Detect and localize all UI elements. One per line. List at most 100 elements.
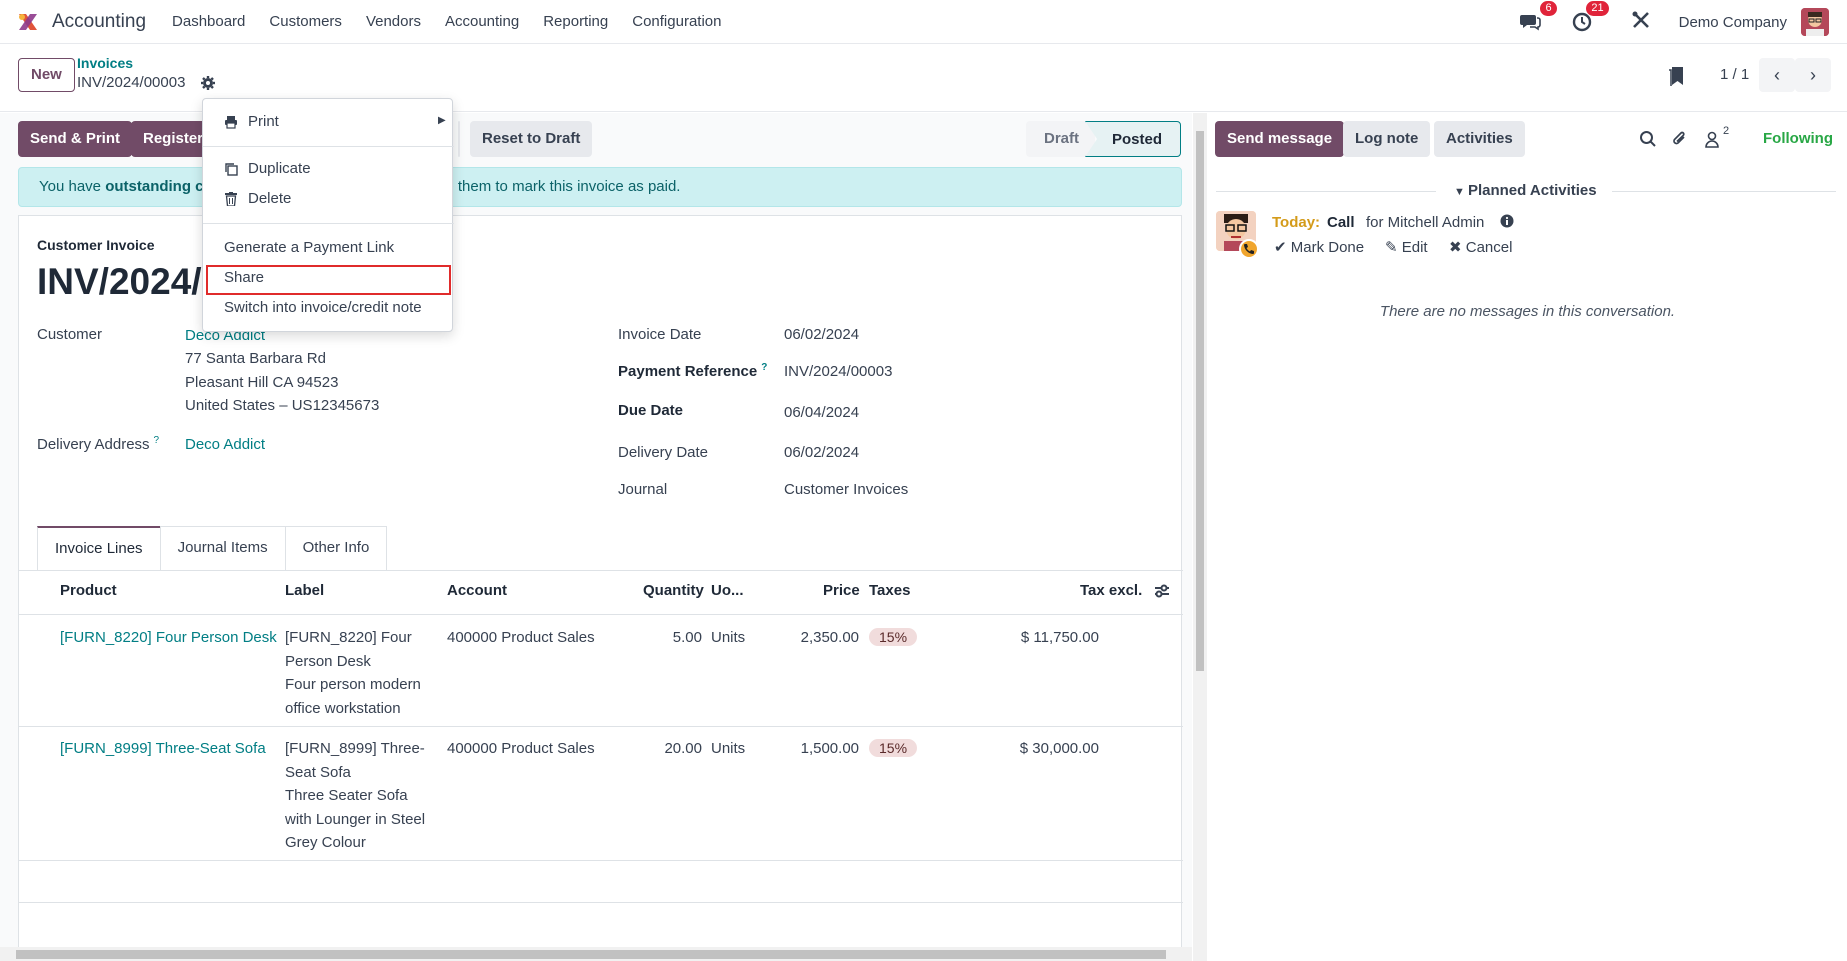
row1-tax-badge[interactable]: 15% — [869, 628, 918, 646]
row2-label[interactable]: [FURN_8999] Three- Seat Sofa Three Seate… — [285, 737, 445, 855]
user-avatar[interactable] — [1801, 8, 1829, 36]
menu-reporting[interactable]: Reporting — [531, 0, 620, 44]
journal-label: Journal — [618, 481, 668, 498]
mark-done-button[interactable]: ✔ Mark Done — [1274, 238, 1364, 256]
col-label[interactable]: Label — [285, 582, 324, 599]
row1-price[interactable]: 2,350.00 — [759, 626, 859, 650]
row2-tax-badge[interactable]: 15% — [869, 739, 918, 757]
menu-vendors[interactable]: Vendors — [354, 0, 433, 44]
company-switcher[interactable]: Demo Company — [1679, 14, 1787, 31]
reset-to-draft-button[interactable]: Reset to Draft — [470, 121, 593, 157]
dropdown-delete[interactable]: Delete — [248, 190, 291, 207]
accounting-app-icon[interactable] — [16, 10, 40, 34]
dropdown-separator — [203, 146, 454, 147]
row2-product[interactable]: [FURN_8999] Three-Seat Sofa — [60, 737, 266, 761]
row1-product[interactable]: [FURN_8220] Four Person Desk — [60, 626, 277, 650]
header-divider — [19, 614, 1183, 615]
planned-activities-toggle[interactable]: ▼ Planned Activities — [1454, 182, 1597, 199]
address-line2: Pleasant Hill CA 94523 — [185, 374, 339, 391]
dropdown-payment-link[interactable]: Generate a Payment Link — [224, 239, 394, 256]
tab-journal-items[interactable]: Journal Items — [159, 526, 286, 570]
dropdown-print[interactable]: Print — [248, 113, 279, 130]
gear-icon[interactable] — [200, 75, 216, 91]
row1-account[interactable]: 400000 Product Sales — [447, 626, 595, 650]
scrollbar-thumb[interactable] — [1196, 131, 1204, 671]
attachment-paperclip-icon[interactable] — [1671, 130, 1689, 152]
due-date-label: Due Date — [618, 402, 684, 419]
delivery-address-label-text: Delivery Address — [37, 436, 150, 453]
menu-dashboard[interactable]: Dashboard — [160, 0, 257, 44]
pager-next-button[interactable]: › — [1795, 58, 1831, 92]
dropdown-switch-type[interactable]: Switch into invoice/credit note — [224, 299, 422, 316]
menu-accounting[interactable]: Accounting — [433, 0, 531, 44]
pager-previous-button[interactable]: ‹ — [1759, 58, 1795, 92]
form-horizontal-scrollbar[interactable] — [0, 947, 1192, 961]
following-button[interactable]: Following — [1763, 130, 1833, 147]
planned-divider-right — [1612, 191, 1836, 192]
customer-label: Customer — [37, 326, 103, 343]
row1-label-line2: Person Desk — [285, 652, 371, 670]
invoice-date-value[interactable]: 06/02/2024 — [784, 326, 859, 343]
col-uom[interactable]: Uo... — [711, 582, 744, 599]
debug-tools-icon[interactable] — [1631, 10, 1655, 34]
row1-quantity[interactable]: 5.00 — [619, 626, 702, 650]
activity-assignee: for Mitchell Admin — [1366, 214, 1485, 231]
send-print-button[interactable]: Send & Print — [18, 121, 133, 157]
delivery-address-help[interactable]: ? — [154, 435, 160, 446]
app-title[interactable]: Accounting — [52, 11, 146, 33]
followers-icon[interactable] — [1705, 130, 1719, 152]
activities-button[interactable]: Activities — [1434, 121, 1525, 157]
status-draft[interactable]: Draft — [1026, 121, 1096, 157]
log-note-button[interactable]: Log note — [1343, 121, 1431, 157]
row1-label[interactable]: [FURN_8220] Four Person Desk Four person… — [285, 626, 435, 720]
col-taxes[interactable]: Taxes — [869, 582, 910, 599]
edit-activity-button[interactable]: ✎ Edit — [1385, 238, 1428, 256]
bookmark-icon[interactable] — [1668, 65, 1686, 87]
activity-type: Call — [1327, 214, 1355, 231]
row2-quantity[interactable]: 20.00 — [619, 737, 702, 761]
row1-subtotal: $ 11,750.00 — [1020, 629, 1099, 646]
optional-columns-icon[interactable] — [1153, 582, 1171, 604]
payment-reference-value[interactable]: INV/2024/00003 — [784, 363, 892, 380]
tab-invoice-lines[interactable]: Invoice Lines — [37, 526, 161, 570]
col-account[interactable]: Account — [447, 582, 507, 599]
row2-uom[interactable]: Units — [711, 737, 745, 761]
info-circle-icon[interactable] — [1500, 214, 1514, 232]
row1-label-line4: office workstation — [285, 699, 401, 717]
delivery-address-link[interactable]: Deco Addict — [185, 436, 265, 453]
col-tax-excl[interactable]: Tax excl. — [1080, 582, 1142, 599]
send-message-button[interactable]: Send message — [1215, 121, 1345, 157]
breadcrumb-invoices[interactable]: Invoices — [77, 55, 133, 71]
scrollbar-thumb-horizontal[interactable] — [16, 950, 1166, 959]
messages-icon[interactable]: 6 — [1519, 1, 1557, 34]
cancel-activity-button[interactable]: ✖ Cancel — [1449, 238, 1512, 256]
form-view: Send & Print Register Reset to Draft Dra… — [0, 113, 1192, 961]
tab-other-info[interactable]: Other Info — [284, 526, 388, 570]
pager-value[interactable]: 1 / 1 — [1720, 66, 1749, 83]
hidden-button-edge — [458, 121, 460, 157]
status-posted[interactable]: Posted — [1085, 121, 1182, 157]
activities-clock-icon[interactable]: 21 — [1571, 1, 1609, 34]
form-vertical-scrollbar[interactable] — [1193, 113, 1207, 961]
row1-uom[interactable]: Units — [711, 626, 745, 650]
systray: 6 21 Demo Company — [1505, 0, 1847, 44]
top-navbar: Accounting Dashboard Customers Vendors A… — [0, 0, 1847, 44]
dropdown-duplicate[interactable]: Duplicate — [248, 160, 311, 177]
menu-customers[interactable]: Customers — [257, 0, 354, 44]
journal-value[interactable]: Customer Invoices — [784, 481, 908, 498]
row2-account[interactable]: 400000 Product Sales — [447, 737, 595, 761]
search-icon[interactable] — [1639, 130, 1657, 152]
payment-reference-help[interactable]: ? — [761, 362, 767, 373]
delivery-date-value[interactable]: 06/02/2024 — [784, 444, 859, 461]
col-price[interactable]: Price — [823, 582, 860, 599]
due-date-value[interactable]: 06/04/2024 — [784, 404, 859, 421]
invoice-number-title: INV/2024/ — [37, 261, 202, 302]
activities-badge: 21 — [1586, 1, 1609, 16]
col-quantity[interactable]: Quantity — [643, 582, 704, 599]
times-icon: ✖ — [1449, 239, 1466, 256]
menu-configuration[interactable]: Configuration — [620, 0, 733, 44]
new-button[interactable]: New — [18, 58, 75, 92]
dropdown-share[interactable]: Share — [224, 269, 264, 286]
col-product[interactable]: Product — [60, 582, 117, 599]
row2-price[interactable]: 1,500.00 — [759, 737, 859, 761]
